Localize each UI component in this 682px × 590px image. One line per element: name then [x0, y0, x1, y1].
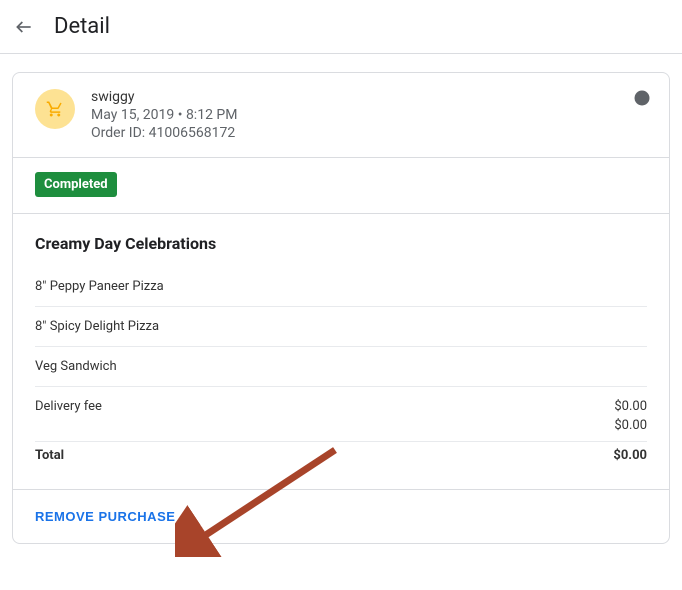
- status-row: Completed: [13, 158, 669, 214]
- order-datetime: May 15, 2019 • 8:12 PM: [91, 107, 633, 123]
- list-item: 8" Peppy Paneer Pizza: [35, 267, 647, 307]
- info-icon[interactable]: [633, 89, 651, 107]
- page-header: Detail: [0, 0, 682, 54]
- delivery-fee-value: $0.00: [614, 399, 647, 414]
- items-section: Creamy Day Celebrations 8" Peppy Paneer …: [13, 214, 669, 489]
- merchant-logo-icon: [35, 89, 75, 129]
- page-title: Detail: [54, 14, 110, 39]
- delivery-fee-label: Delivery fee: [35, 399, 102, 414]
- delivery-fee-row: Delivery fee $0.00: [35, 387, 647, 416]
- order-card: swiggy May 15, 2019 • 8:12 PM Order ID: …: [12, 72, 670, 544]
- remove-purchase-button[interactable]: REMOVE PURCHASE: [35, 509, 175, 524]
- total-value: $0.00: [613, 448, 647, 463]
- merchant-name: swiggy: [91, 89, 633, 105]
- actions-row: REMOVE PURCHASE: [13, 489, 669, 543]
- back-arrow-icon[interactable]: [12, 15, 36, 39]
- order-id: Order ID: 41006568172: [91, 125, 633, 141]
- subtotal-row: $0.00: [35, 416, 647, 442]
- status-badge: Completed: [35, 172, 117, 197]
- total-row: Total $0.00: [35, 442, 647, 481]
- total-label: Total: [35, 448, 64, 463]
- card-header: swiggy May 15, 2019 • 8:12 PM Order ID: …: [13, 73, 669, 158]
- order-title: Creamy Day Celebrations: [35, 234, 647, 253]
- list-item: Veg Sandwich: [35, 347, 647, 387]
- subtotal-value: $0.00: [614, 418, 647, 433]
- list-item: 8" Spicy Delight Pizza: [35, 307, 647, 347]
